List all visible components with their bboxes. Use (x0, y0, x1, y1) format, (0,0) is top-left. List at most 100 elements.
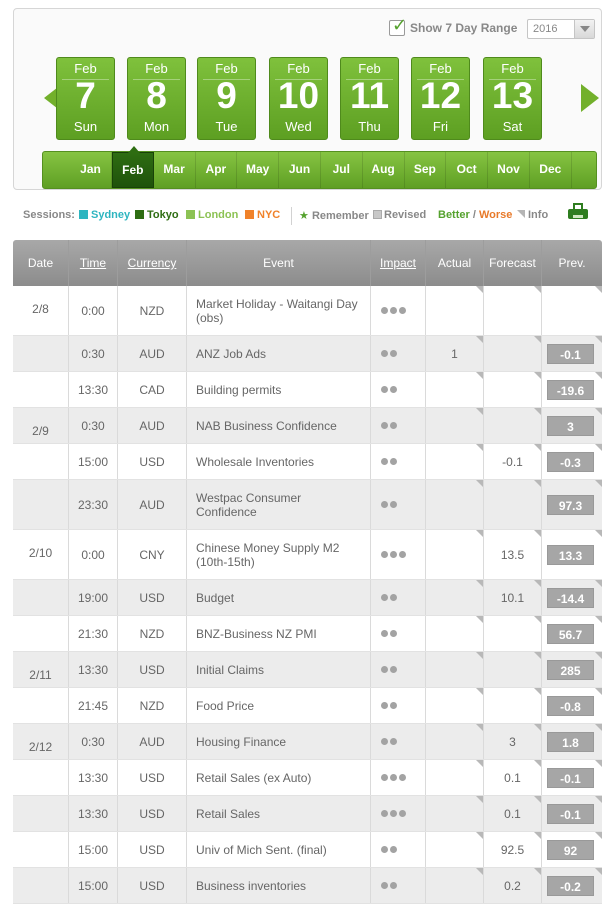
day-tile[interactable]: Feb 13 Sat (483, 57, 542, 140)
info-corner-icon[interactable] (476, 444, 483, 451)
session-sydney[interactable]: Sydney (79, 209, 130, 221)
info-corner-icon[interactable] (534, 530, 541, 537)
event-cell[interactable]: NAB Business Confidence (187, 408, 371, 443)
info-corner-icon[interactable] (595, 832, 602, 839)
month-sep[interactable]: Sep (404, 152, 447, 188)
table-row[interactable]: 15:00 USD Wholesale Inventories -0.1 -0.3 (13, 444, 602, 480)
day-tile[interactable]: Feb 11 Thu (340, 57, 399, 140)
info-corner-icon[interactable] (476, 408, 483, 415)
table-row[interactable]: 15:00 USD Univ of Mich Sent. (final) 92.5 92 (13, 832, 602, 868)
info-corner-icon[interactable] (476, 724, 483, 731)
info-corner-icon[interactable] (476, 868, 483, 875)
month-mar[interactable]: Mar (154, 152, 196, 188)
info-corner-icon[interactable] (595, 688, 602, 695)
table-row[interactable]: 13:30 USD Retail Sales (ex Auto) 0.1 -0.1 (13, 760, 602, 796)
info-corner-icon[interactable] (534, 444, 541, 451)
event-cell[interactable]: Budget (187, 580, 371, 615)
year-select[interactable]: 2016 (527, 19, 595, 39)
info-corner-icon[interactable] (476, 530, 483, 537)
info-corner-icon[interactable] (476, 832, 483, 839)
info-corner-icon[interactable] (534, 760, 541, 767)
event-cell[interactable]: BNZ-Business NZ PMI (187, 616, 371, 651)
print-icon[interactable] (568, 203, 588, 221)
info-corner-icon[interactable] (595, 652, 602, 659)
table-row[interactable]: 0:30 AUD ANZ Job Ads 1 -0.1 (13, 336, 602, 372)
info-corner-icon[interactable] (476, 336, 483, 343)
table-row[interactable]: 21:30 NZD BNZ-Business NZ PMI 56.7 (13, 616, 602, 652)
table-row[interactable]: 2/9 0:30 AUD NAB Business Confidence 3 (13, 408, 602, 444)
next-week-arrow-icon[interactable] (579, 82, 601, 114)
info-corner-icon[interactable] (534, 336, 541, 343)
day-tile[interactable]: Feb 8 Mon (127, 57, 186, 140)
session-london[interactable]: London (186, 209, 238, 221)
day-tile[interactable]: Feb 7 Sun (56, 57, 115, 140)
event-cell[interactable]: Food Price (187, 688, 371, 723)
table-row[interactable]: 2/10 0:00 CNY Chinese Money Supply M2 (10th… (13, 530, 602, 580)
session-nyc[interactable]: NYC (245, 209, 280, 221)
event-cell[interactable]: Housing Finance (187, 724, 371, 759)
info-corner-icon[interactable] (595, 760, 602, 767)
event-cell[interactable]: Wholesale Inventories (187, 444, 371, 479)
info-corner-icon[interactable] (534, 580, 541, 587)
info-corner-icon[interactable] (595, 408, 602, 415)
info-corner-icon[interactable] (595, 336, 602, 343)
info-corner-icon[interactable] (595, 868, 602, 875)
info-corner-icon[interactable] (595, 530, 602, 537)
info-corner-icon[interactable] (534, 286, 541, 293)
day-tile[interactable]: Feb 12 Fri (411, 57, 470, 140)
info-corner-icon[interactable] (534, 652, 541, 659)
event-cell[interactable]: Westpac Consumer Confidence (187, 480, 371, 529)
event-cell[interactable]: Business inventories (187, 868, 371, 903)
header-impact-sort[interactable]: Impact (371, 240, 426, 286)
table-row[interactable]: 13:30 USD Retail Sales 0.1 -0.1 (13, 796, 602, 832)
month-may[interactable]: May (237, 152, 280, 188)
info-corner-icon[interactable] (476, 688, 483, 695)
day-tile[interactable]: Feb 10 Wed (269, 57, 328, 140)
month-jan[interactable]: Jan (70, 152, 112, 188)
info-corner-icon[interactable] (534, 796, 541, 803)
show-7-day-range-checkbox[interactable]: ✓ (389, 15, 407, 36)
info-corner-icon[interactable] (534, 372, 541, 379)
month-apr[interactable]: Apr (195, 152, 238, 188)
info-corner-icon[interactable] (534, 724, 541, 731)
table-row[interactable]: 2/12 0:30 AUD Housing Finance 3 1.8 (13, 724, 602, 760)
info-corner-icon[interactable] (476, 580, 483, 587)
event-cell[interactable]: Retail Sales (187, 796, 371, 831)
table-row[interactable]: 13:30 CAD Building permits -19.6 (13, 372, 602, 408)
header-time-sort[interactable]: Time (69, 240, 118, 286)
event-cell[interactable]: Initial Claims (187, 652, 371, 687)
month-jun[interactable]: Jun (279, 152, 321, 188)
info-corner-icon[interactable] (534, 480, 541, 487)
info-corner-icon[interactable] (476, 796, 483, 803)
info-corner-icon[interactable] (534, 688, 541, 695)
day-tile[interactable]: Feb 9 Tue (197, 57, 256, 140)
info-corner-icon[interactable] (534, 868, 541, 875)
month-feb[interactable]: Feb (111, 146, 154, 188)
info-corner-icon[interactable] (534, 832, 541, 839)
table-row[interactable]: 2/8 0:00 NZD Market Holiday - Waitangi Day … (13, 286, 602, 336)
month-jul[interactable]: Jul (321, 152, 363, 188)
month-dec[interactable]: Dec (530, 152, 572, 188)
session-tokyo[interactable]: Tokyo (135, 209, 179, 221)
info-corner-icon[interactable] (595, 580, 602, 587)
table-row[interactable]: 2/11 13:30 USD Initial Claims 285 (13, 652, 602, 688)
info-corner-icon[interactable] (595, 616, 602, 623)
info-corner-icon[interactable] (595, 372, 602, 379)
show-7-day-range-label[interactable]: Show 7 Day Range (410, 21, 517, 35)
info-corner-icon[interactable] (534, 408, 541, 415)
month-oct[interactable]: Oct (446, 152, 489, 188)
event-cell[interactable]: Building permits (187, 372, 371, 407)
table-row[interactable]: 21:45 NZD Food Price -0.8 (13, 688, 602, 724)
event-cell[interactable]: Univ of Mich Sent. (final) (187, 832, 371, 867)
month-nov[interactable]: Nov (488, 152, 530, 188)
info-corner-icon[interactable] (476, 372, 483, 379)
info-corner-icon[interactable] (595, 444, 602, 451)
table-row[interactable]: 23:30 AUD Westpac Consumer Confidence 97.3 (13, 480, 602, 530)
table-row[interactable]: 19:00 USD Budget 10.1 -14.4 (13, 580, 602, 616)
info-corner-icon[interactable] (476, 652, 483, 659)
info-corner-icon[interactable] (534, 616, 541, 623)
info-corner-icon[interactable] (595, 724, 602, 731)
info-corner-icon[interactable] (476, 480, 483, 487)
info-corner-icon[interactable] (476, 286, 483, 293)
event-cell[interactable]: ANZ Job Ads (187, 336, 371, 371)
